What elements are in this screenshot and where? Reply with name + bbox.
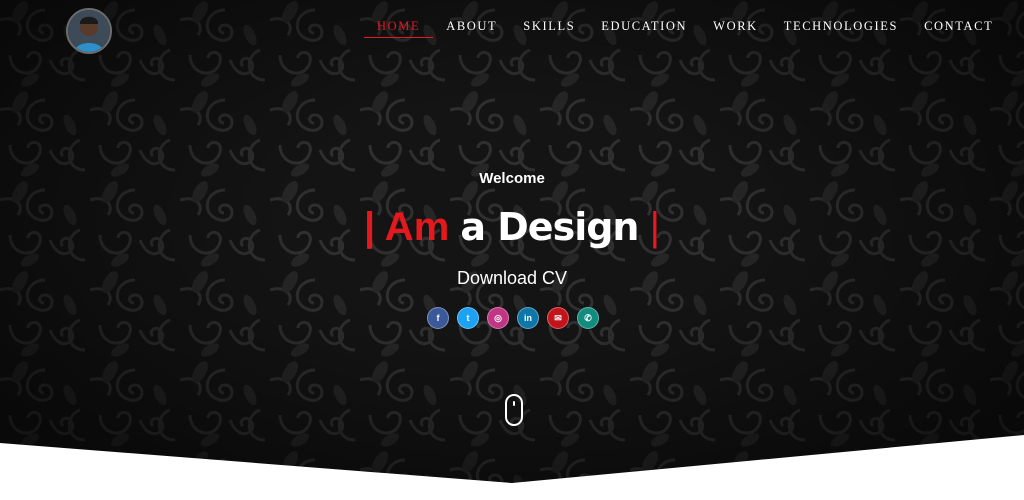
linkedin-glyph: in [524, 313, 532, 323]
mouse-wheel [513, 401, 515, 406]
whatsapp-icon[interactable]: ✆ [577, 307, 599, 329]
nav-item-skills[interactable]: SKILLS [510, 18, 588, 38]
headline-prefix: | Am [363, 205, 450, 249]
mail-glyph: ✉ [554, 312, 562, 323]
nav-item-work[interactable]: WORK [700, 18, 771, 38]
main-navigation: HOME ABOUT SKILLS EDUCATION WORK TECHNOL… [364, 18, 1006, 38]
scroll-down-mouse-icon[interactable] [505, 394, 523, 426]
download-cv-container: Download CV [0, 268, 1024, 289]
welcome-text: Welcome [479, 170, 545, 187]
social-links: f t ◎ in ✉ ✆ [427, 307, 599, 329]
twitter-glyph: t [466, 313, 470, 323]
nav-item-home[interactable]: HOME [364, 18, 434, 38]
mail-icon[interactable]: ✉ [547, 307, 569, 329]
nav-item-contact[interactable]: CONTACT [911, 18, 1006, 38]
facebook-glyph: f [436, 313, 440, 323]
typing-cursor: | [649, 205, 660, 249]
facebook-icon[interactable]: f [427, 307, 449, 329]
linkedin-icon[interactable]: in [517, 307, 539, 329]
avatar[interactable] [66, 8, 112, 54]
hero-headline: | Am a Design | [0, 202, 1024, 252]
nav-item-technologies[interactable]: TECHNOLOGIES [771, 18, 911, 38]
hero-bottom-divider [0, 435, 1024, 500]
profile-photo [68, 10, 110, 52]
instagram-icon[interactable]: ◎ [487, 307, 509, 329]
whatsapp-glyph: ✆ [584, 312, 592, 323]
download-cv-button[interactable]: Download CV [457, 268, 567, 288]
headline-typed-text: a Design [460, 205, 639, 249]
nav-item-education[interactable]: EDUCATION [588, 18, 700, 38]
twitter-icon[interactable]: t [457, 307, 479, 329]
nav-item-about[interactable]: ABOUT [433, 18, 510, 38]
instagram-glyph: ◎ [494, 312, 502, 323]
